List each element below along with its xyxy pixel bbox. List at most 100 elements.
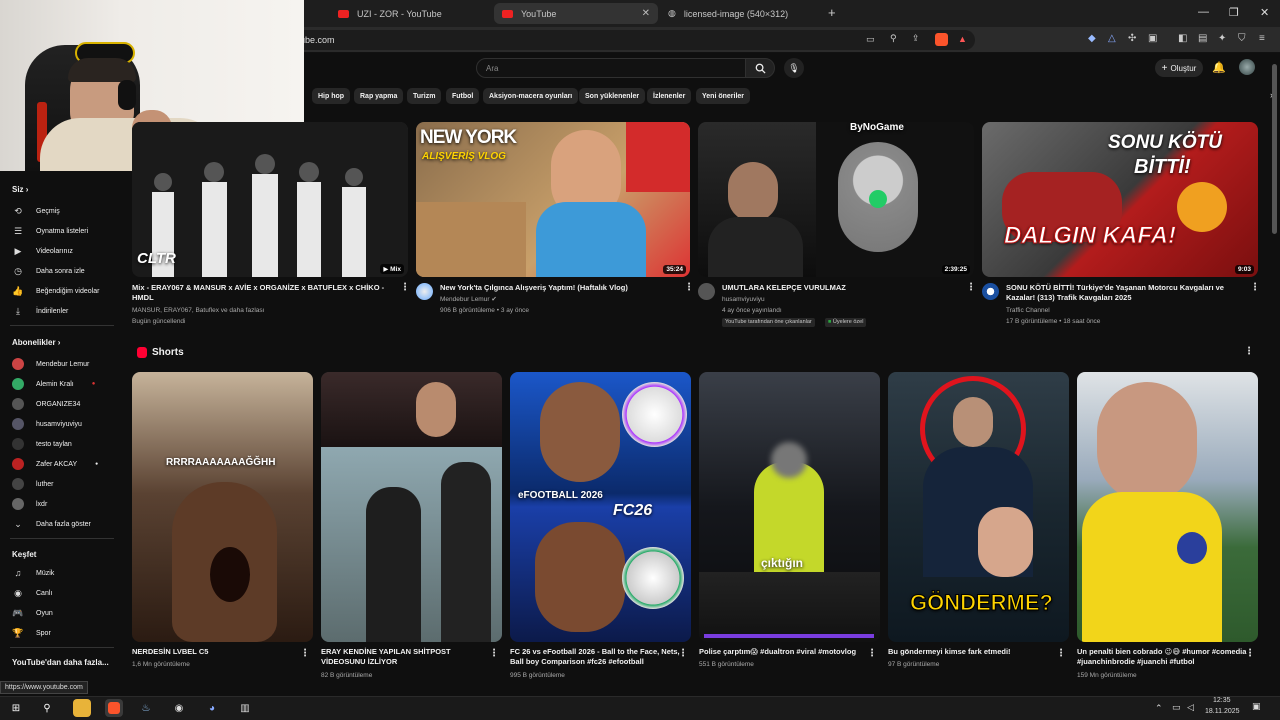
search-icon[interactable]: ⚲ (38, 699, 56, 717)
chip-turizm[interactable]: Turizm (407, 88, 442, 104)
more-options-icon[interactable]: ⋮ (489, 648, 499, 659)
short-thumbnail[interactable]: FC26 eFOOTBALL 2026 (510, 372, 691, 642)
chip-futbol[interactable]: Futbol (446, 88, 480, 104)
short-title[interactable]: Bu göndermeyi kimse fark etmedi! (888, 647, 1058, 657)
short-title[interactable]: FC 26 vs eFootball 2026 - Ball to the Fa… (510, 647, 680, 667)
page-scrollbar[interactable] (1272, 64, 1277, 234)
obs-icon[interactable]: ◉ (170, 699, 188, 717)
sidebar-toggle-icon[interactable]: ◧ (1178, 33, 1187, 44)
short-thumbnail[interactable]: GÖNDERME? (888, 372, 1069, 642)
file-explorer-icon[interactable] (73, 699, 91, 717)
video-thumbnail[interactable]: SONU KÖTÜ BİTTİ! DALGIN KAFA! 9:03 (982, 122, 1258, 277)
taskbar-date[interactable]: 18.11.2025 (1205, 708, 1240, 715)
channel-avatar[interactable] (416, 283, 433, 300)
chip-izlenenler[interactable]: İzlenenler (647, 88, 692, 104)
more-options-icon[interactable]: ⋮ (966, 282, 976, 293)
leo-icon[interactable]: ✦ (1218, 33, 1226, 44)
video-title[interactable]: New York'ta Çılgınca Alışveriş Yaptım! (… (440, 283, 680, 293)
new-tab-button[interactable]: + (828, 5, 836, 20)
wallet2-icon[interactable]: ▤ (1198, 33, 1207, 44)
discord-icon[interactable]: ◕ (203, 699, 221, 717)
sidebar-item-sports[interactable]: 🏆 Spor (12, 627, 50, 639)
rewards-icon[interactable]: ▲ (958, 34, 967, 44)
video-thumbnail[interactable]: CLTR ▶ Mix (132, 122, 408, 277)
sidebar-sub-item[interactable]: testo taylan (12, 438, 72, 450)
sidebar-sub-item[interactable]: husamviyuviyu (12, 418, 82, 430)
sidebar-sub-item[interactable]: Zafer AKCAY ● (12, 458, 98, 470)
tray-chevron-icon[interactable]: ⌃ (1155, 703, 1163, 714)
network-icon[interactable]: ▭ (1172, 702, 1181, 713)
menu-icon[interactable]: ≡ (1259, 33, 1265, 44)
create-button[interactable]: + Oluştur (1155, 59, 1203, 77)
sidebar-item-watch-later[interactable]: ◷ Daha sonra izle (12, 265, 85, 277)
chip-rap-yapma[interactable]: Rap yapma (354, 88, 404, 104)
video-thumbnail[interactable]: NEW YORK ALIŞVERİŞ VLOG 35:24 (416, 122, 690, 277)
sidebar-item-playlists[interactable]: ☰ Oynatma listeleri (12, 225, 88, 237)
sidebar-show-more[interactable]: ⌄ Daha fazla göster (12, 518, 91, 530)
more-options-icon[interactable]: ⋮ (1250, 282, 1260, 293)
windows-start-icon[interactable]: ⊞ (7, 699, 25, 717)
more-options-icon[interactable]: ⋮ (684, 282, 694, 293)
shorts-more-icon[interactable]: ⋮ (1244, 346, 1254, 357)
address-bar[interactable]: ube.com (230, 30, 975, 50)
brave-shield-icon[interactable] (935, 33, 948, 46)
wallet-icon[interactable]: ▣ (1148, 33, 1157, 44)
volume-icon[interactable]: ◁ (1187, 702, 1194, 713)
more-options-icon[interactable]: ⋮ (400, 282, 410, 293)
sidebar-you-header[interactable]: Siz › (12, 185, 28, 194)
taskbar-time[interactable]: 12:35 (1213, 697, 1231, 704)
steam-icon[interactable]: ♨ (137, 699, 155, 717)
search-button[interactable] (745, 58, 775, 78)
close-window-icon[interactable]: ✕ (1260, 6, 1269, 19)
sidebar-sub-item[interactable]: Alemin Kralı ● (12, 378, 95, 390)
video-title[interactable]: SONU KÖTÜ BİTTİ! Türkiye'de Yaşanan Moto… (1006, 283, 1242, 303)
sidebar-sub-item[interactable]: Mendebur Lemur (12, 358, 89, 370)
puzzle-icon[interactable]: ✣ (1128, 33, 1136, 44)
voice-search-button[interactable]: 🎙 (784, 58, 804, 78)
chip-aksiyon[interactable]: Aksiyon-macera oyunları (483, 88, 579, 104)
chip-son-yuklenenler[interactable]: Son yüklenenler (579, 88, 646, 104)
share-icon[interactable]: ⇪ (912, 33, 920, 44)
sidebar-item-downloads[interactable]: ⤓ İndirilenler (12, 305, 68, 317)
vpn-icon[interactable]: △ (1108, 33, 1116, 44)
sidebar-item-liked[interactable]: 👍 Beğendiğim videolar (12, 285, 99, 297)
short-thumbnail[interactable] (1077, 372, 1258, 642)
short-thumbnail[interactable]: RRRRAAAAAAAĞĞHH (132, 372, 313, 642)
account-avatar[interactable] (1239, 59, 1255, 75)
sidebar-sub-item[interactable]: ORGANIZE34 (12, 398, 80, 410)
sidebar-item-gaming[interactable]: 🎮 Oyun (12, 607, 52, 619)
more-options-icon[interactable]: ⋮ (867, 648, 877, 659)
minimize-icon[interactable]: — (1198, 6, 1209, 18)
short-title[interactable]: NERDESİN LVBEL C5 (132, 647, 297, 657)
short-title[interactable]: Polise çarptım😱 #dualtron #viral #motovl… (699, 647, 869, 657)
sidebar-sub-item[interactable]: lxdr (12, 498, 47, 510)
sidebar-subscriptions-header[interactable]: Abonelikler › (12, 338, 60, 347)
cast-icon[interactable]: ▭ (866, 34, 875, 45)
more-options-icon[interactable]: ⋮ (300, 648, 310, 659)
short-thumbnail[interactable] (321, 372, 502, 642)
app-icon[interactable]: ▥ (236, 699, 254, 717)
zoom-icon[interactable]: ⚲ (890, 33, 897, 44)
channel-avatar[interactable] (698, 283, 715, 300)
video-title[interactable]: UMUTLARA KELEPÇE VURULMAZ (722, 283, 962, 293)
brave-browser-icon[interactable] (105, 699, 123, 717)
sidebar-item-live[interactable]: ◉ Canlı (12, 587, 52, 599)
sidebar-item-your-videos[interactable]: ▶ Videolarınız (12, 245, 73, 257)
extension-icon[interactable]: ◆ (1088, 33, 1096, 44)
channel-name[interactable]: husamviyuviyu (722, 294, 765, 305)
tab-licensed-image[interactable]: ◍ licensed-image (540×312) (660, 3, 820, 24)
video-channels[interactable]: MANSUR, ERAY067, Batuflex ve daha fazlas… (132, 305, 264, 316)
chip-yeni-oneriler[interactable]: Yeni öneriler (696, 88, 751, 104)
close-tab-icon[interactable]: ✕ (642, 8, 650, 19)
sidebar-item-history[interactable]: ⟲ Geçmiş (12, 205, 60, 217)
video-title[interactable]: Mix - ERAY067 & MANSUR x AVİE x ORGANİZE… (132, 283, 392, 303)
channel-avatar[interactable] (982, 283, 999, 300)
short-thumbnail[interactable]: çıktığın (699, 372, 880, 642)
sidebar-item-music[interactable]: ♫ Müzik (12, 567, 55, 579)
maximize-icon[interactable]: ❐ (1229, 6, 1239, 19)
short-title[interactable]: ERAY KENDİNE YAPILAN SHİTPOST VİDEOSUNU … (321, 647, 486, 667)
more-options-icon[interactable]: ⋮ (1245, 648, 1255, 659)
channel-name[interactable]: Mendebur Lemur ✔ (440, 294, 497, 305)
more-options-icon[interactable]: ⋮ (678, 648, 688, 659)
channel-name[interactable]: Traffic Channel (1006, 305, 1050, 316)
